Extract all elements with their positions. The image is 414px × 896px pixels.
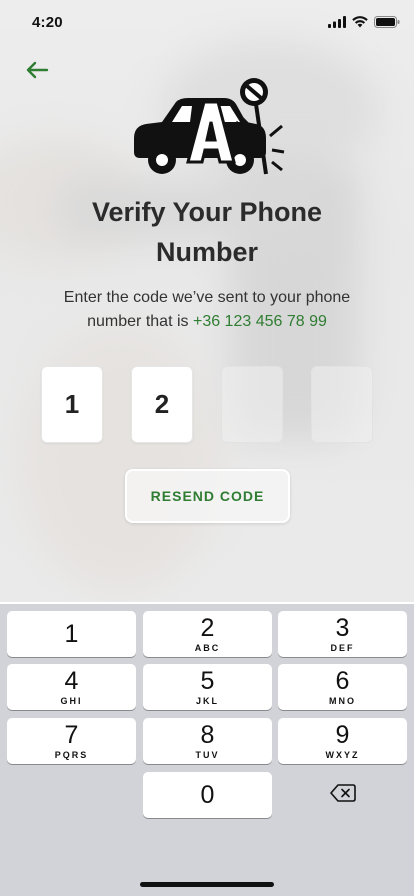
key-number: 1	[64, 619, 79, 648]
status-bar: 4:20	[0, 0, 414, 44]
arrow-left-icon	[25, 61, 49, 84]
key-letters: MNO	[329, 695, 356, 706]
instruction-line-2: number that is +36 123 456 78 99	[0, 310, 414, 334]
delete-key[interactable]	[278, 772, 407, 818]
verification-screen: 4:20 Verify Your Phone Number Enter the …	[0, 0, 414, 602]
key-number: 3	[335, 613, 350, 642]
code-digit-1[interactable]: 1	[41, 366, 103, 443]
code-input-row: 1 2	[41, 366, 373, 443]
title-line-1: Verify Your Phone	[91, 197, 323, 227]
phone-number: +36 123 456 78 99	[192, 313, 327, 330]
instruction-prefix: number that is	[87, 313, 189, 330]
key-number: 6	[335, 666, 350, 695]
key-letters: ABC	[194, 642, 221, 653]
key-9[interactable]: 9 WXYZ	[278, 718, 407, 764]
key-number: 0	[200, 780, 215, 809]
key-5[interactable]: 5 JKL	[143, 664, 272, 710]
page-title: Verify Your Phone Number	[0, 192, 414, 272]
cellular-signal-icon	[328, 15, 346, 33]
status-time: 4:20	[32, 14, 63, 31]
status-icons	[328, 15, 400, 33]
key-1[interactable]: 1	[7, 611, 136, 657]
instruction-line-1: Enter the code we’ve sent to your phone	[63, 289, 351, 306]
battery-icon	[374, 15, 400, 33]
key-letters: JKL	[195, 695, 219, 706]
key-4[interactable]: 4 GHI	[7, 664, 136, 710]
back-button[interactable]	[22, 58, 52, 86]
resend-code-button[interactable]: RESEND CODE	[125, 469, 290, 523]
key-letters: DEF	[330, 642, 355, 653]
instruction-text: Enter the code we’ve sent to your phone …	[0, 286, 414, 334]
key-letters: PQRS	[54, 749, 89, 760]
key-number: 8	[200, 720, 215, 749]
key-number: 9	[335, 720, 350, 749]
key-number: 2	[200, 613, 215, 642]
key-7[interactable]: 7 PQRS	[7, 718, 136, 764]
key-letters: WXYZ	[325, 749, 360, 760]
key-8[interactable]: 8 TUV	[143, 718, 272, 764]
key-number: 4	[64, 666, 79, 695]
key-0[interactable]: 0	[143, 772, 272, 818]
key-letters: TUV	[195, 749, 220, 760]
key-6[interactable]: 6 MNO	[278, 664, 407, 710]
key-2[interactable]: 2 ABC	[143, 611, 272, 657]
key-3[interactable]: 3 DEF	[278, 611, 407, 657]
wifi-icon	[352, 15, 368, 33]
home-indicator[interactable]	[140, 882, 274, 887]
backspace-icon	[329, 783, 356, 808]
code-digit-4[interactable]	[311, 366, 373, 443]
key-number: 5	[200, 666, 215, 695]
code-digit-3[interactable]	[221, 366, 283, 443]
car-logo-icon	[128, 78, 288, 180]
title-line-2: Number	[155, 237, 258, 267]
key-number: 7	[64, 720, 79, 749]
key-letters: GHI	[60, 695, 83, 706]
code-digit-2[interactable]: 2	[131, 366, 193, 443]
numeric-keypad: 1 2 ABC 3 DEF 4 GHI 5 JKL 6 MNO 7 PQRS 8…	[0, 604, 414, 896]
